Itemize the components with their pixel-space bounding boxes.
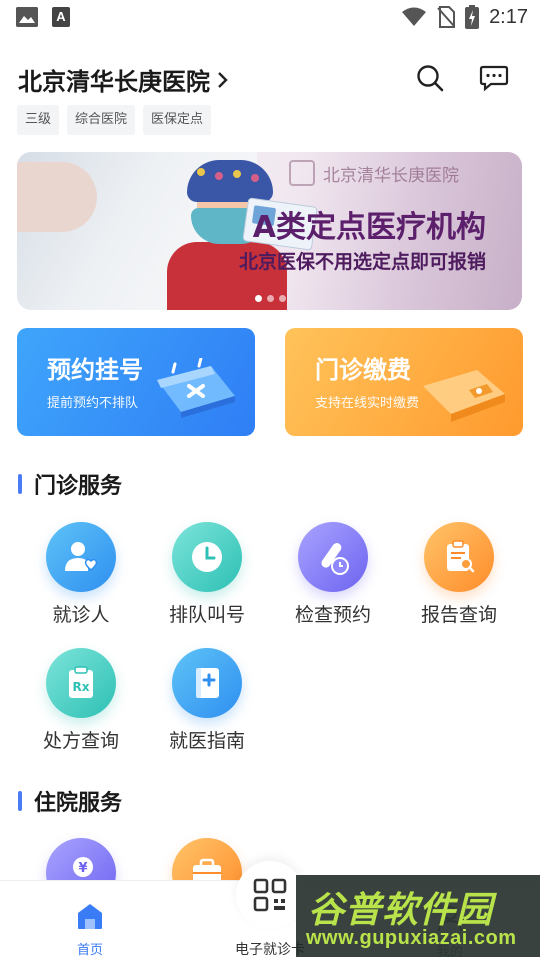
pager-dot[interactable] — [255, 295, 262, 302]
service-queue[interactable]: 排队叫号 — [152, 522, 262, 627]
inpatient-section-title: 住院服务 — [34, 791, 123, 816]
svg-text:Rx: Rx — [73, 680, 90, 694]
search-button[interactable] — [414, 62, 446, 94]
nav-home[interactable]: 首页 — [60, 901, 120, 958]
message-button[interactable] — [478, 62, 510, 94]
home-icon — [78, 904, 102, 929]
payment-subtitle: 支持在线实时缴费 — [315, 396, 420, 411]
watermark-title: 谷普软件园 — [308, 890, 494, 931]
watermark-url: www.gupuxiazai.com — [306, 927, 517, 949]
wallet-icon — [423, 370, 505, 422]
tag-level: 三级 — [17, 105, 60, 135]
section-accent-bar — [18, 791, 22, 811]
battery-charging-icon — [465, 5, 480, 29]
inpatient-section-header: 住院服务 — [18, 785, 122, 817]
promo-banner[interactable]: 北京清华长庚医院 A类定点医疗机构 北京医保不用选定点即可报销 — [17, 152, 522, 310]
service-label: 就诊人 — [52, 604, 110, 626]
service-label: 排队叫号 — [168, 604, 245, 626]
status-bar: A 2:17 — [0, 0, 540, 36]
message-icon — [479, 65, 509, 92]
pager-dot[interactable] — [279, 295, 286, 302]
service-label: 报告查询 — [420, 604, 497, 626]
banner-subline: 北京医保不用选定点即可报销 — [238, 251, 486, 273]
payment-card[interactable]: 门诊缴费 支持在线实时缴费 — [285, 328, 523, 436]
font-notification-icon: A — [52, 7, 70, 27]
test-tube-icon — [298, 522, 368, 592]
service-prescription[interactable]: Rx 处方查询 — [26, 648, 136, 753]
service-label: 检查预约 — [294, 604, 371, 626]
service-report[interactable]: 报告查询 — [404, 522, 514, 627]
outpatient-section-title: 门诊服务 — [34, 474, 123, 499]
image-notification-icon — [16, 7, 38, 27]
pager-dot[interactable] — [267, 295, 274, 302]
hospital-name: 北京清华长庚医院 — [18, 68, 210, 96]
report-search-icon — [424, 522, 494, 592]
header-actions — [414, 62, 510, 94]
nav-home-label: 首页 — [76, 943, 103, 958]
hospital-logo-icon — [289, 160, 315, 186]
service-exam-booking[interactable]: 检查预约 — [278, 522, 388, 627]
booking-subtitle: 提前预约不排队 — [47, 396, 139, 411]
service-label: 处方查询 — [42, 730, 119, 752]
banner-hand — [17, 162, 97, 232]
status-left: A — [16, 7, 70, 27]
status-right: 2:17 — [401, 5, 528, 29]
booking-title: 预约挂号 — [47, 356, 143, 384]
wifi-icon — [402, 7, 427, 26]
outpatient-section-header: 门诊服务 — [18, 468, 122, 500]
no-sim-icon — [437, 6, 456, 28]
payment-title: 门诊缴费 — [315, 356, 411, 384]
site-watermark: 谷普软件园 www.gupuxiazai.com — [296, 875, 540, 957]
status-time: 2:17 — [489, 5, 528, 28]
service-label: 就医指南 — [168, 730, 245, 752]
service-patient[interactable]: 就诊人 — [26, 522, 136, 627]
service-guide[interactable]: 就医指南 — [152, 648, 262, 753]
medical-book-icon — [172, 648, 242, 718]
tag-insurance: 医保定点 — [143, 105, 212, 135]
hospital-title[interactable]: 北京清华长庚医院 — [18, 62, 230, 97]
clock-icon — [172, 522, 242, 592]
patient-icon — [46, 522, 116, 592]
qr-code-icon — [253, 878, 287, 912]
search-icon — [417, 65, 444, 92]
prescription-icon: Rx — [46, 648, 116, 718]
nav-ecard-button[interactable] — [236, 861, 304, 929]
section-accent-bar — [18, 474, 22, 494]
banner-headline: A类定点医疗机构 — [252, 210, 486, 245]
booking-card[interactable]: 预约挂号 提前预约不排队 — [17, 328, 255, 436]
chevron-right-icon — [218, 71, 228, 88]
hospital-tags: 三级 综合医院 医保定点 — [17, 105, 212, 135]
banner-pager — [255, 295, 286, 302]
banner-sign-text: 北京清华长庚医院 — [323, 165, 459, 186]
banner-hospital-sign: 北京清华长庚医院 — [289, 160, 459, 186]
tag-type: 综合医院 — [67, 105, 136, 135]
svg-text:¥: ¥ — [78, 861, 87, 876]
calendar-icon — [157, 358, 235, 418]
